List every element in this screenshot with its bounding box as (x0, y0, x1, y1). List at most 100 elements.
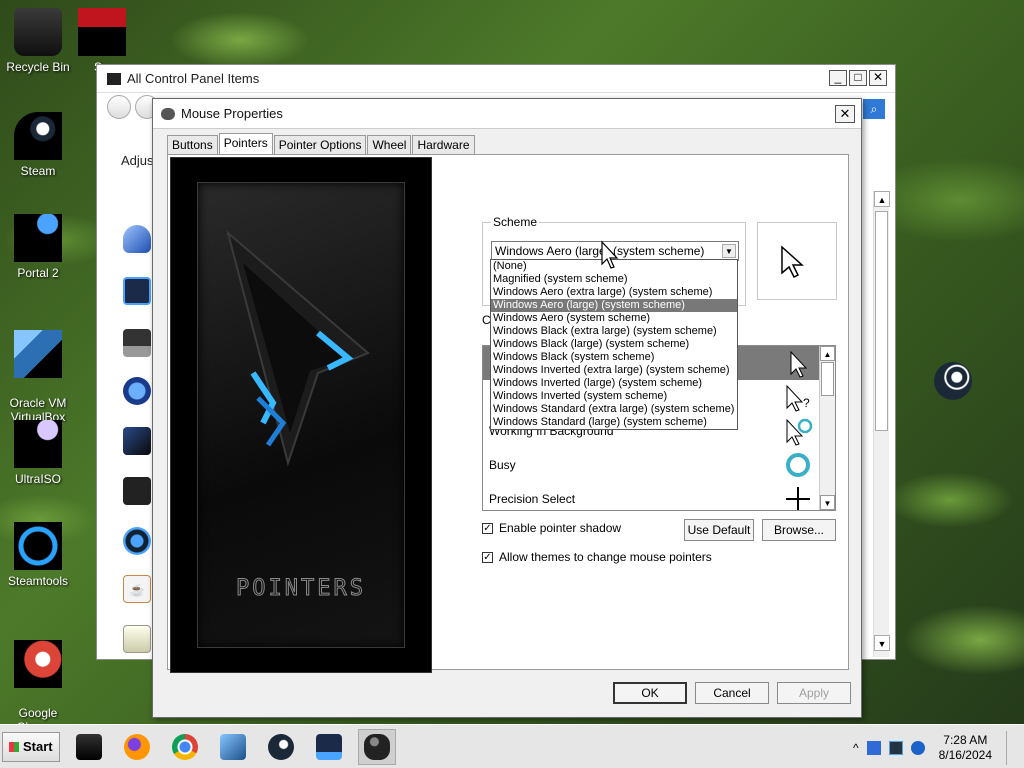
scheme-label: Scheme (491, 215, 540, 229)
maximize-button[interactable]: □ (849, 70, 867, 86)
windows-flag-icon (9, 741, 19, 752)
checkbox-checked-icon[interactable]: ✓ (482, 551, 493, 563)
ultraiso-icon (14, 420, 62, 468)
network-tray-icon[interactable] (866, 741, 881, 755)
pointers-tab-panel: POINTERS Scheme Windows Aero (large) (sy… (167, 154, 849, 673)
desktop-icon-virtualbox[interactable]: Oracle VM VirtualBox (0, 316, 76, 424)
globe-icon[interactable] (123, 377, 151, 405)
java-icon[interactable]: ☕ (123, 575, 151, 603)
mouse-properties-dialog: Mouse Properties ✕ Buttons Pointers Poin… (152, 98, 862, 718)
mouse-app-icon (363, 733, 390, 760)
taskbar-app-virtualbox[interactable] (214, 729, 252, 765)
scheme-option[interactable]: Magnified (system scheme) (491, 273, 737, 286)
scheme-option[interactable]: Windows Aero (extra large) (system schem… (491, 286, 737, 299)
apply-button[interactable]: Apply (777, 682, 851, 704)
tab-wheel[interactable]: Wheel (367, 135, 412, 155)
desktop-icon-ultraiso[interactable]: UltraISO (0, 420, 76, 486)
dialog-titlebar[interactable]: Mouse Properties (153, 99, 861, 129)
monitor-icon[interactable] (123, 329, 151, 357)
taskbar-app-monitor[interactable] (310, 729, 348, 765)
virtualbox-icon (219, 733, 246, 760)
scheme-option[interactable]: Windows Standard (extra large) (system s… (491, 403, 737, 416)
search-icon[interactable]: ⌕ (863, 99, 885, 119)
clock[interactable]: 7:28 AM 8/16/2024 (939, 733, 992, 763)
scroll-down-button[interactable]: ▼ (874, 635, 890, 651)
tab-buttons[interactable]: Buttons (167, 135, 218, 155)
browse-button[interactable]: Browse... (762, 519, 836, 541)
arrow-cursor-icon (781, 245, 804, 279)
volume-tray-icon[interactable] (910, 741, 925, 755)
back-button[interactable] (107, 95, 131, 119)
scheme-option[interactable]: Windows Aero (system scheme) (491, 312, 737, 325)
control-panel-title: All Control Panel Items (127, 71, 260, 86)
desktop-icon-recycle-bin[interactable]: Recycle Bin (0, 8, 76, 74)
help-cursor-icon: ? (783, 382, 813, 412)
enable-shadow-checkbox[interactable]: ✓ Enable pointer shadow (482, 521, 621, 535)
scroll-thumb[interactable] (875, 211, 888, 431)
scheme-option[interactable]: Windows Black (extra large) (system sche… (491, 325, 737, 338)
cursor-row-precision-select[interactable]: Precision Select (483, 482, 819, 510)
close-button[interactable]: ✕ (869, 70, 887, 86)
clock-time: 7:28 AM (943, 733, 988, 747)
folder-icon[interactable] (123, 625, 151, 653)
control-panel-scrollbar[interactable]: ▲ ▼ (873, 191, 890, 657)
system-tray: ^ 7:28 AM 8/16/2024 (853, 731, 1016, 765)
scheme-option[interactable]: Windows Black (large) (system scheme) (491, 338, 737, 351)
dialog-close-button[interactable]: ✕ (835, 105, 855, 123)
show-desktop-button[interactable] (1006, 731, 1016, 765)
scheme-option[interactable]: Windows Standard (large) (system scheme) (491, 416, 737, 429)
virtualbox-icon (14, 330, 62, 378)
device-icon[interactable] (123, 427, 151, 455)
ok-button[interactable]: OK (613, 682, 687, 704)
shield-icon[interactable] (123, 225, 151, 253)
monitor-app-icon (315, 733, 342, 760)
tab-strip: Buttons Pointers Pointer Options Wheel H… (167, 133, 476, 155)
steam-icon (14, 112, 62, 160)
disc-icon[interactable] (123, 527, 151, 555)
pointer-preview (757, 222, 837, 300)
tab-hardware[interactable]: Hardware (412, 135, 475, 155)
taskbar-app-printer[interactable] (70, 729, 108, 765)
desktop-icon-chrome[interactable]: Google Chrome (0, 626, 76, 734)
control-panel-icon (107, 72, 121, 85)
start-button[interactable]: Start (2, 731, 60, 762)
working-background-cursor-icon (783, 416, 813, 446)
cursor-list-scrollbar[interactable]: ▲ ▼ (819, 346, 835, 510)
checkbox-checked-icon[interactable]: ✓ (482, 522, 493, 534)
list-scroll-down-button[interactable]: ▼ (820, 495, 835, 510)
scheme-option-highlighted[interactable]: Windows Aero (large) (system scheme) (491, 299, 737, 312)
steamtools-icon (14, 522, 62, 570)
tab-pointers[interactable]: Pointers (218, 133, 273, 155)
scheme-option[interactable]: Windows Black (system scheme) (491, 351, 737, 364)
scheme-option[interactable]: Windows Inverted (extra large) (system s… (491, 364, 737, 377)
minimize-button[interactable]: _ (829, 70, 847, 86)
clock-date: 8/16/2024 (938, 748, 992, 762)
desktop-icon-steam[interactable]: Steam (0, 112, 76, 178)
server-icon[interactable] (123, 477, 151, 505)
desktop-icon-steamtools[interactable]: Steamtools (0, 522, 76, 588)
cancel-button[interactable]: Cancel (695, 682, 769, 704)
scheme-option[interactable]: Windows Inverted (system scheme) (491, 390, 737, 403)
list-scroll-thumb[interactable] (821, 362, 834, 396)
steam-floating-icon[interactable] (934, 362, 972, 400)
taskbar-app-steam[interactable] (262, 729, 300, 765)
taskbar: Start ^ 7:28 AM 8/16/2024 (0, 724, 1024, 768)
control-panel-titlebar[interactable]: All Control Panel Items (97, 65, 895, 93)
list-scroll-up-button[interactable]: ▲ (820, 346, 835, 361)
display-tray-icon[interactable] (888, 741, 903, 755)
desktop-icon-portal2[interactable]: Portal 2 (0, 214, 76, 280)
allow-themes-checkbox[interactable]: ✓ Allow themes to change mouse pointers (482, 550, 712, 564)
taskbar-app-chrome[interactable] (166, 729, 204, 765)
scheme-option[interactable]: Windows Inverted (large) (system scheme) (491, 377, 737, 390)
scheme-dropdown-list[interactable]: (None) Magnified (system scheme) Windows… (490, 259, 738, 430)
cursor-row-busy[interactable]: Busy (483, 448, 819, 482)
chevron-down-icon[interactable]: ▼ (722, 244, 736, 258)
chevron-up-icon[interactable]: ^ (853, 741, 859, 755)
dialog-title: Mouse Properties (181, 106, 283, 121)
tab-pointer-options[interactable]: Pointer Options (273, 135, 367, 155)
scroll-up-button[interactable]: ▲ (874, 191, 890, 207)
taskbar-app-mouse[interactable] (357, 728, 396, 765)
media-icon[interactable] (123, 277, 151, 305)
taskbar-app-firefox[interactable] (118, 729, 156, 765)
use-default-button[interactable]: Use Default (684, 519, 754, 541)
